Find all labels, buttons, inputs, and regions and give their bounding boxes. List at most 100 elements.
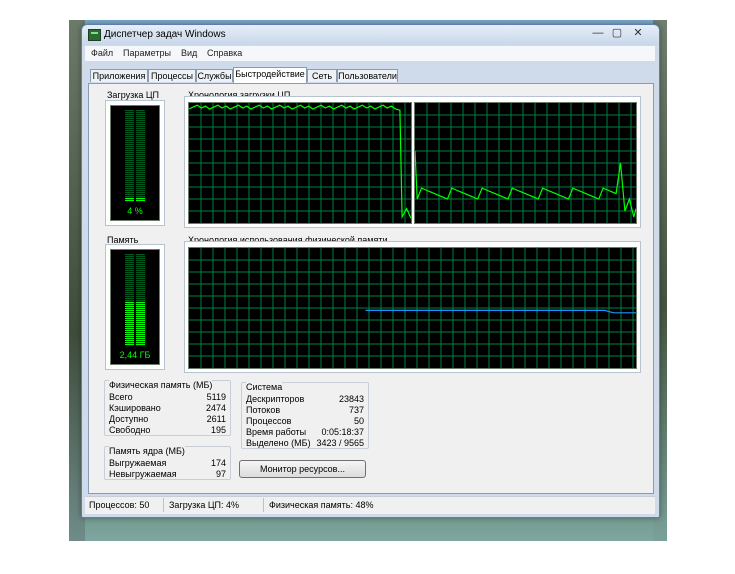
meter-segment: [136, 304, 145, 306]
stat-value: 0:05:18:37: [321, 427, 364, 437]
meter-segment: [125, 194, 134, 196]
meter-segment: [136, 278, 145, 280]
meter-segment: [125, 114, 134, 116]
stat-key: Выгружаемая: [109, 458, 167, 468]
meter-segment: [125, 314, 134, 316]
meter-segment: [136, 198, 145, 200]
cpu-history-graph-core1: [188, 102, 412, 224]
meter-segment: [125, 300, 134, 302]
tab-users[interactable]: Пользователи: [337, 69, 398, 82]
status-processes: Процессов: 50: [89, 500, 150, 510]
meter-segment: [125, 200, 134, 202]
meter-segment: [136, 182, 145, 184]
stat-key: Дескрипторов: [246, 394, 305, 404]
menu-help[interactable]: Справка: [207, 48, 242, 58]
minimize-button[interactable]: —: [590, 27, 606, 41]
meter-segment: [125, 264, 134, 266]
memory-frame: 2,44 ГБ: [105, 244, 165, 370]
stat-key: Доступно: [109, 414, 149, 424]
meter-segment: [136, 282, 145, 284]
meter-segment: [125, 174, 134, 176]
physical-memory-group: Физическая память (МБ) Всего 5119 Кэширов…: [104, 380, 231, 436]
stat-value: 5119: [206, 392, 226, 402]
meter-segment: [136, 254, 145, 256]
meter-segment: [125, 186, 134, 188]
meter-segment: [125, 288, 134, 290]
meter-segment: [125, 306, 134, 308]
tab-processes[interactable]: Процессы: [148, 69, 196, 82]
resource-monitor-button[interactable]: Монитор ресурсов...: [239, 460, 366, 478]
physical-memory-free-row: Свободно 195: [109, 425, 226, 436]
meter-segment: [125, 258, 134, 260]
meter-segment: [125, 152, 134, 154]
meter-segment: [136, 314, 145, 316]
meter-segment: [125, 192, 134, 194]
memory-history-frame: [184, 241, 641, 373]
tab-performance[interactable]: Быстродействие: [233, 67, 307, 83]
meter-segment: [136, 294, 145, 296]
meter-segment: [125, 284, 134, 286]
meter-segment: [136, 132, 145, 134]
menu-file[interactable]: Файл: [91, 48, 113, 58]
meter-segment: [136, 120, 145, 122]
meter-segment: [125, 144, 134, 146]
meter-segment: [136, 342, 145, 344]
stat-value: 3423 / 9565: [316, 438, 364, 448]
meter-segment: [136, 166, 145, 168]
meter-segment: [136, 126, 145, 128]
menu-bar: Файл Параметры Вид Справка: [85, 46, 655, 61]
meter-segment: [125, 330, 134, 332]
stat-key: Невыгружаемая: [109, 469, 177, 479]
memory-meter: 2,44 ГБ: [110, 249, 160, 365]
meter-segment: [136, 196, 145, 198]
meter-segment: [136, 110, 145, 112]
meter-segment: [125, 344, 134, 346]
cpu-usage-label: Загрузка ЦП: [107, 90, 160, 100]
menu-view[interactable]: Вид: [181, 48, 197, 58]
system-threads-row: Потоков 737: [246, 405, 364, 416]
meter-segment: [125, 178, 134, 180]
memory-history-chart: [189, 248, 636, 368]
tab-networking[interactable]: Сеть: [307, 69, 337, 82]
maximize-button[interactable]: ▢: [609, 27, 625, 41]
meter-segment: [136, 194, 145, 196]
tab-applications[interactable]: Приложения: [90, 69, 148, 82]
kernel-memory-paged-row: Выгружаемая 174: [109, 458, 226, 469]
meter-segment: [136, 160, 145, 162]
close-button[interactable]: ✕: [628, 27, 648, 41]
meter-segment: [125, 310, 134, 312]
meter-segment: [136, 188, 145, 190]
memory-history-graph: [188, 247, 637, 369]
title-bar[interactable]: Диспетчер задач Windows — ▢ ✕: [82, 25, 659, 45]
menu-options[interactable]: Параметры: [123, 48, 171, 58]
meter-segment: [125, 172, 134, 174]
meter-segment: [125, 128, 134, 130]
cpu-meter-bars: [125, 110, 145, 202]
meter-segment: [136, 340, 145, 342]
meter-segment: [136, 144, 145, 146]
meter-segment: [125, 164, 134, 166]
meter-segment: [136, 124, 145, 126]
meter-segment: [125, 116, 134, 118]
meter-segment: [125, 268, 134, 270]
cpu-history-chart-core1: [188, 103, 412, 223]
meter-segment: [136, 306, 145, 308]
meter-segment: [125, 322, 134, 324]
kernel-memory-title: Память ядра (МБ): [109, 446, 185, 456]
meter-segment: [125, 316, 134, 318]
meter-segment: [125, 328, 134, 330]
meter-segment: [125, 304, 134, 306]
meter-segment: [125, 188, 134, 190]
meter-segment: [125, 162, 134, 164]
meter-segment: [125, 286, 134, 288]
meter-segment: [125, 170, 134, 172]
meter-segment: [136, 174, 145, 176]
stat-key: Выделено (МБ): [246, 438, 311, 448]
status-divider: [163, 498, 164, 512]
stat-value: 737: [348, 405, 364, 415]
tab-services[interactable]: Службы: [196, 69, 233, 82]
cpu-history-frame: [184, 96, 641, 228]
stat-value: 2611: [206, 414, 226, 424]
meter-segment: [136, 270, 145, 272]
meter-segment: [136, 258, 145, 260]
